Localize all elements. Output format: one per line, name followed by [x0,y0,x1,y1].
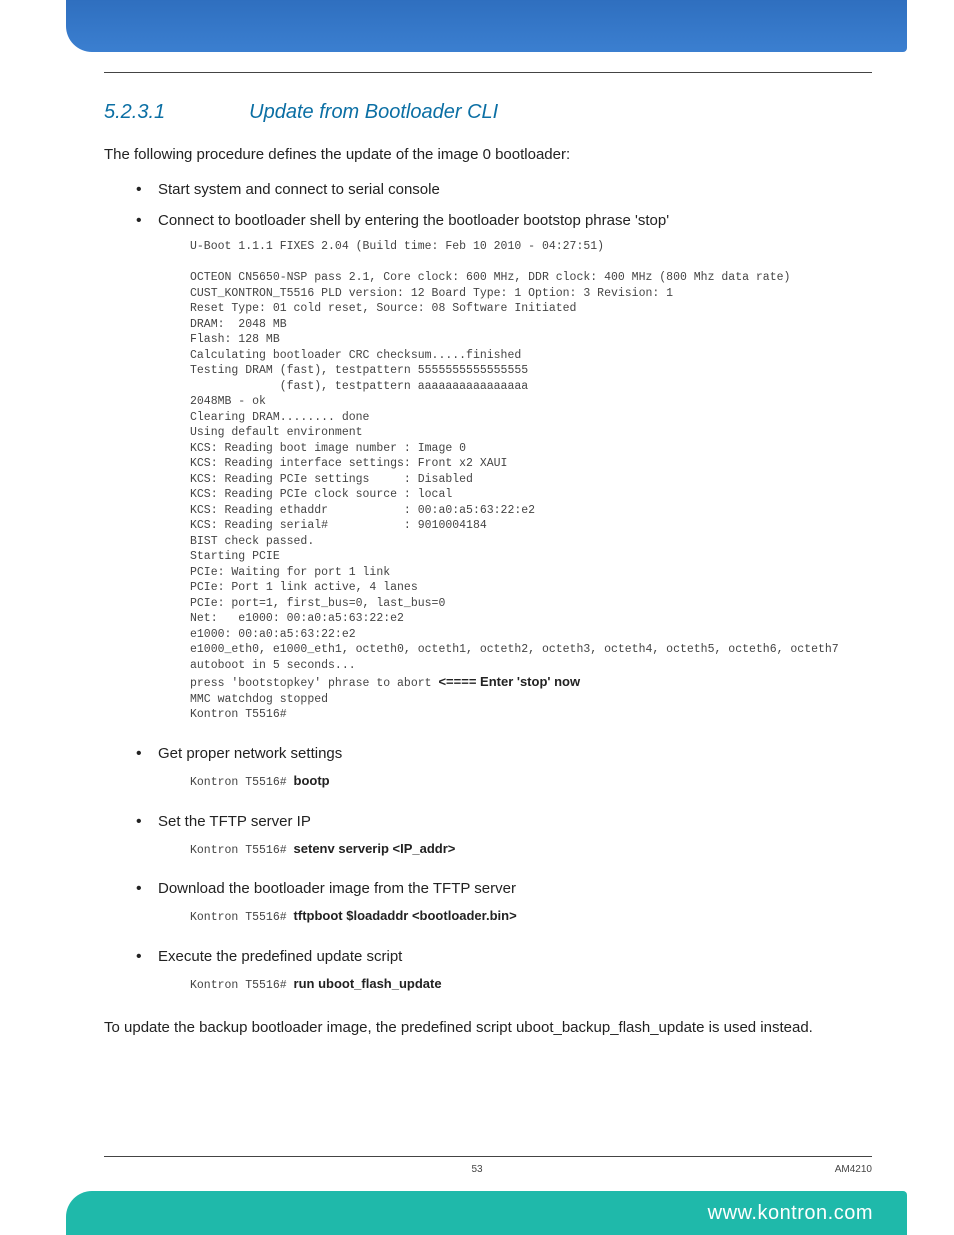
step-item: Execute the predefined update script Kon… [136,948,872,994]
step-item: Download the bootloader image from the T… [136,880,872,926]
step-text: Get proper network settings [158,745,342,762]
code-bold: <==== Enter 'stop' now [438,674,580,689]
content-area: 5.2.3.1 Update from Bootloader CLI The f… [104,72,872,1155]
footer-bar: www.kontron.com [66,1191,907,1235]
step-item: Start system and connect to serial conso… [136,181,872,198]
code-pre: U-Boot 1.1.1 FIXES 2.04 (Build time: Feb… [190,240,839,690]
step-item: Set the TFTP server IP Kontron T5516# se… [136,813,872,859]
section-number: 5.2.3.1 [104,101,165,124]
code-block: U-Boot 1.1.1 FIXES 2.04 (Build time: Feb… [190,239,872,723]
closing-paragraph: To update the backup bootloader image, t… [104,1019,872,1036]
step-text: Connect to bootloader shell by entering … [158,212,669,229]
steps-list: Start system and connect to serial conso… [136,181,872,993]
footer-url: www.kontron.com [708,1202,873,1225]
code-block: Kontron T5516# setenv serverip <IP_addr> [190,840,872,859]
step-text: Download the bootloader image from the T… [158,880,516,897]
footer-divider [104,1156,872,1157]
step-text: Execute the predefined update script [158,948,402,965]
page-number: 53 [0,1164,954,1175]
code-prompt: Kontron T5516# [190,844,294,857]
code-cmd: bootp [294,773,330,788]
section-header: 5.2.3.1 Update from Bootloader CLI [104,101,872,124]
step-text: Start system and connect to serial conso… [158,181,440,198]
intro-paragraph: The following procedure defines the upda… [104,146,872,163]
section-title: Update from Bootloader CLI [249,101,498,124]
code-block: Kontron T5516# tftpboot $loadaddr <bootl… [190,907,872,926]
code-prompt: Kontron T5516# [190,776,294,789]
doc-id: AM4210 [835,1164,872,1175]
code-prompt: Kontron T5516# [190,911,294,924]
step-item: Get proper network settings Kontron T551… [136,745,872,791]
code-cmd: tftpboot $loadaddr <bootloader.bin> [294,908,517,923]
code-post: MMC watchdog stopped Kontron T5516# [190,693,328,722]
code-cmd: run uboot_flash_update [294,976,442,991]
header-bar [66,0,907,52]
code-cmd: setenv serverip <IP_addr> [294,841,456,856]
code-prompt: Kontron T5516# [190,979,294,992]
code-block: Kontron T5516# bootp [190,772,872,791]
step-item: Connect to bootloader shell by entering … [136,212,872,723]
step-text: Set the TFTP server IP [158,813,311,830]
code-block: Kontron T5516# run uboot_flash_update [190,975,872,994]
